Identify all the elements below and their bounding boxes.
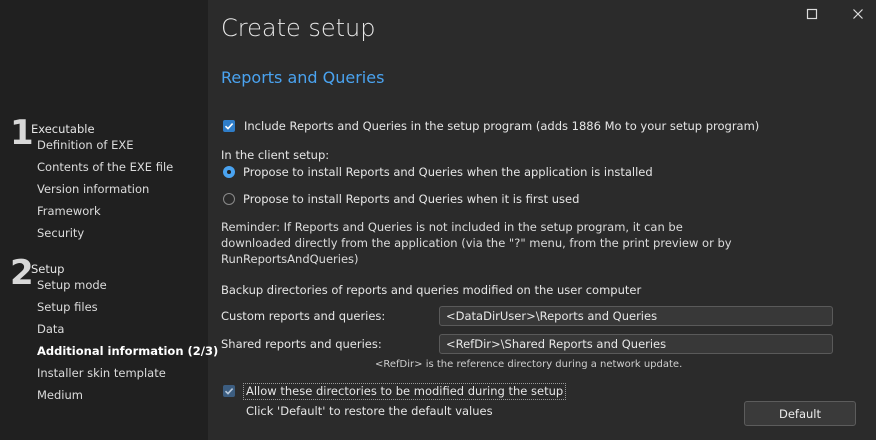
radio-install-first-use-label[interactable]: Propose to install Reports and Queries w… [243,192,579,206]
radio-install-first-use[interactable] [223,193,235,205]
sidebar-item-definition-of-exe[interactable]: Definition of EXE [37,137,173,159]
page-title: Create setup [221,14,376,42]
sidebar-item-setup-files[interactable]: Setup files [37,299,218,321]
reminder-text: Reminder: If Reports and Queries is not … [221,220,732,266]
custom-reports-label: Custom reports and queries: [221,309,386,323]
radio-install-with-application[interactable] [223,166,235,178]
maximize-icon[interactable] [804,6,820,22]
sidebar: 1 Executable Definition of EXE Contents … [0,0,218,440]
allow-modify-checkbox[interactable] [223,385,235,397]
checkmark-icon [224,388,234,395]
checkmark-icon [224,123,234,130]
sidebar-item-data[interactable]: Data [37,321,218,343]
sidebar-item-medium[interactable]: Medium [37,387,218,409]
allow-modify-label[interactable]: Allow these directories to be modified d… [243,383,567,400]
sidebar-item-version-information[interactable]: Version information [37,181,173,203]
custom-reports-input[interactable]: <DataDirUser>\Reports and Queries [439,306,833,326]
include-reports-checkbox[interactable] [223,120,235,132]
sidebar-item-additional-information[interactable]: Additional information (2/3) [37,343,218,365]
sidebar-item-setup-mode[interactable]: Setup mode [37,277,218,299]
step-title-executable: Executable [31,122,95,136]
sidebar-item-framework[interactable]: Framework [37,203,173,225]
section-title: Reports and Queries [221,68,385,87]
sidebar-item-contents-of-exe[interactable]: Contents of the EXE file [37,159,173,181]
close-icon[interactable] [850,6,866,22]
radio-install-with-application-label[interactable]: Propose to install Reports and Queries w… [243,165,653,179]
refdir-hint: <RefDir> is the reference directory duri… [375,359,683,370]
shared-reports-label: Shared reports and queries: [221,337,382,351]
sidebar-item-installer-skin-template[interactable]: Installer skin template [37,365,218,387]
shared-reports-input[interactable]: <RefDir>\Shared Reports and Queries [439,334,833,354]
step-title-setup: Setup [31,262,65,276]
default-hint: Click 'Default' to restore the default v… [246,404,493,418]
backup-directories-label: Backup directories of reports and querie… [221,283,642,297]
include-reports-label[interactable]: Include Reports and Queries in the setup… [244,119,759,133]
client-setup-label: In the client setup: [221,148,330,162]
default-button[interactable]: Default [744,401,856,426]
sidebar-item-security[interactable]: Security [37,225,173,247]
